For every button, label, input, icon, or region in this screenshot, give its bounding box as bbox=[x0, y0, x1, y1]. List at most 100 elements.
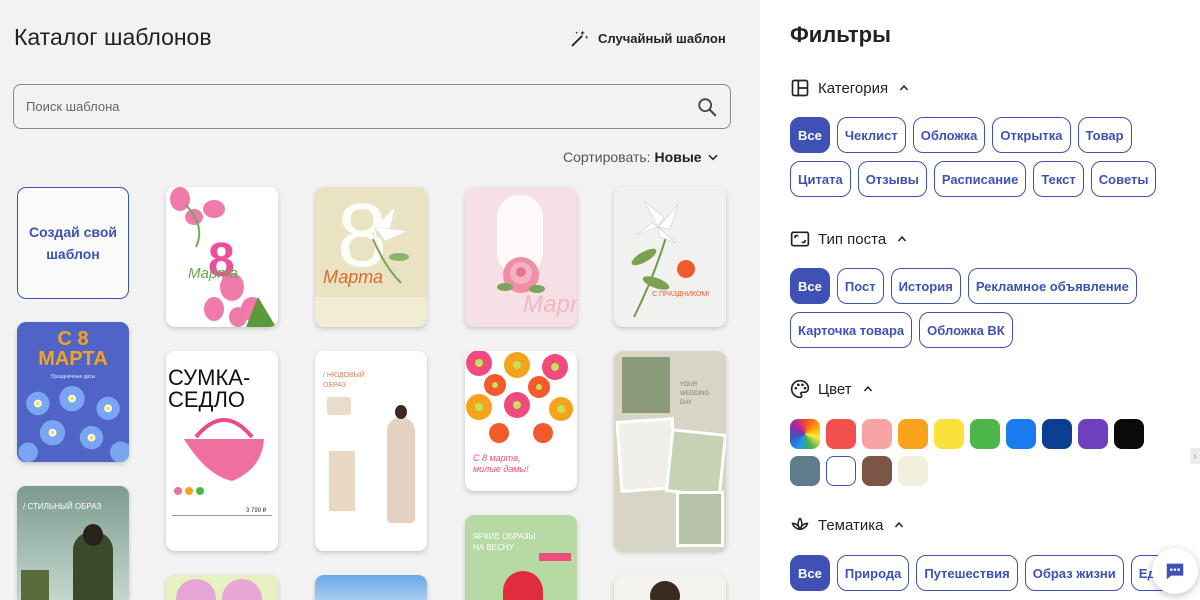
template-photo bbox=[664, 428, 726, 498]
color-dots bbox=[174, 487, 204, 495]
template-text: Праздничные даты bbox=[50, 374, 96, 380]
category-chip-quote[interactable]: Цитата bbox=[790, 161, 851, 197]
sort-control[interactable]: Сортировать: Новые bbox=[563, 149, 720, 165]
template-text: Марта bbox=[188, 265, 239, 282]
template-card[interactable]: / СТИЛЬНЫЙ ОБРАЗ bbox=[17, 486, 129, 600]
sort-label: Сортировать: bbox=[563, 149, 651, 165]
theme-chip-nature[interactable]: Природа bbox=[836, 555, 910, 591]
template-card[interactable]: СУМКА-СЕДЛО 3 799 ₽ bbox=[166, 351, 278, 551]
template-card[interactable]: ЯРКИЕ ОБРАЗЫ НА ВЕСНУ bbox=[465, 515, 577, 600]
category-chip-product[interactable]: Товар bbox=[1077, 117, 1132, 153]
catalog-panel: Каталог шаблонов Случайный шаблон Сортир… bbox=[0, 0, 760, 600]
color-swatch-beige[interactable] bbox=[898, 456, 928, 486]
template-text: 3 799 ₽ bbox=[246, 508, 267, 514]
post-type-chip-vk-cover[interactable]: Обложка ВК bbox=[919, 312, 1013, 348]
theme-label: Тематика bbox=[818, 516, 884, 534]
category-chip-reviews[interactable]: Отзывы bbox=[857, 161, 927, 197]
theme-chip-lifestyle[interactable]: Образ жизни bbox=[1024, 555, 1124, 591]
page-title: Каталог шаблонов bbox=[14, 24, 212, 50]
color-swatch-green[interactable] bbox=[970, 419, 1000, 449]
chevron-up-icon bbox=[898, 235, 907, 242]
color-dot bbox=[174, 487, 182, 495]
template-photo bbox=[503, 571, 543, 600]
color-swatch-pink[interactable] bbox=[862, 419, 892, 449]
color-swatch-gray[interactable] bbox=[790, 456, 820, 486]
search-icon[interactable] bbox=[696, 96, 718, 118]
post-type-chip-story[interactable]: История bbox=[890, 268, 961, 304]
bag-illustration bbox=[184, 418, 264, 481]
theme-chip-all[interactable]: Все bbox=[790, 555, 830, 591]
template-text: МАРТА bbox=[38, 348, 108, 370]
color-swatch-purple[interactable] bbox=[1078, 419, 1108, 449]
template-text: YOUR WEDDING DAY bbox=[680, 382, 709, 406]
template-card[interactable]: YOUR WEDDING DAY bbox=[614, 351, 726, 551]
search-input[interactable] bbox=[26, 99, 696, 114]
post-type-label: Тип поста bbox=[818, 230, 887, 248]
template-text: / СТИЛЬНЫЙ ОБРАЗ bbox=[23, 502, 102, 511]
post-type-chip-product-card[interactable]: Карточка товара bbox=[790, 312, 913, 348]
post-type-chip-all[interactable]: Все bbox=[790, 268, 830, 304]
template-card[interactable]: / НЮДОВЫЙ ОБРАЗ bbox=[315, 351, 427, 551]
template-card[interactable] bbox=[614, 575, 726, 600]
flowers-illustration bbox=[18, 384, 129, 462]
template-card[interactable]: 8 Марта bbox=[315, 187, 427, 327]
theme-section-toggle[interactable]: Тематика bbox=[790, 515, 905, 535]
color-swatch-navy[interactable] bbox=[1042, 419, 1072, 449]
template-photo bbox=[650, 581, 680, 600]
chat-icon bbox=[1166, 563, 1184, 580]
category-section-toggle[interactable]: Категория bbox=[790, 78, 910, 98]
template-card[interactable] bbox=[315, 575, 427, 600]
category-chip-cover[interactable]: Обложка bbox=[912, 117, 986, 153]
template-card[interactable]: Марта bbox=[465, 187, 577, 327]
color-swatch-brown[interactable] bbox=[862, 456, 892, 486]
color-section-toggle[interactable]: Цвет bbox=[790, 379, 874, 399]
chevron-right-icon[interactable]: › bbox=[1190, 448, 1200, 464]
random-template-button[interactable]: Случайный шаблон bbox=[570, 27, 726, 49]
color-swatch-blue[interactable] bbox=[1006, 419, 1036, 449]
category-chip-tips[interactable]: Советы bbox=[1090, 161, 1157, 197]
template-text: С 8 марта, милые дамы! bbox=[473, 453, 529, 474]
color-swatch-black[interactable] bbox=[1114, 419, 1144, 449]
filters-title: Фильтры bbox=[790, 22, 891, 47]
chat-button[interactable] bbox=[1152, 548, 1198, 594]
color-swatch-yellow[interactable] bbox=[934, 419, 964, 449]
color-swatch-red[interactable] bbox=[826, 419, 856, 449]
post-type-chip-post[interactable]: Пост bbox=[836, 268, 884, 304]
color-swatch-orange[interactable] bbox=[898, 419, 928, 449]
template-card[interactable]: 8 Марта bbox=[166, 187, 278, 327]
template-photo bbox=[83, 524, 103, 546]
template-card[interactable]: С 8 марта, милые дамы! bbox=[465, 351, 577, 491]
template-shape bbox=[176, 579, 216, 600]
chevron-up-icon bbox=[900, 84, 909, 91]
template-photo bbox=[676, 491, 724, 547]
post-type-section-toggle[interactable]: Тип поста bbox=[790, 229, 908, 249]
color-swatch-multicolor[interactable] bbox=[790, 419, 820, 449]
magic-wand-icon bbox=[571, 30, 589, 47]
theme-chip-travel[interactable]: Путешествия bbox=[916, 555, 1018, 591]
color-dot bbox=[185, 487, 193, 495]
color-swatch-white[interactable] bbox=[826, 456, 856, 486]
category-chip-postcard[interactable]: Открытка bbox=[992, 117, 1071, 153]
chevron-up-icon bbox=[863, 385, 872, 392]
category-chip-schedule[interactable]: Расписание bbox=[933, 161, 1027, 197]
filters-panel: Фильтры Категория Все Чеклист Обложка От… bbox=[760, 0, 1200, 600]
template-card[interactable] bbox=[166, 575, 278, 600]
template-photo bbox=[21, 570, 49, 600]
category-chip-checklist[interactable]: Чеклист bbox=[836, 117, 906, 153]
category-label: Категория bbox=[818, 79, 889, 97]
random-template-label: Случайный шаблон bbox=[598, 30, 726, 46]
chevron-up-icon bbox=[895, 521, 904, 528]
lotus-icon bbox=[791, 517, 809, 531]
divider bbox=[172, 515, 272, 516]
category-chip-all[interactable]: Все bbox=[790, 117, 830, 153]
image-frame-icon bbox=[790, 231, 810, 247]
template-card[interactable]: С ПРАЗДНИКОМ! bbox=[614, 187, 726, 327]
post-type-chip-ad[interactable]: Рекламное объявление bbox=[967, 268, 1137, 304]
category-chips: Все Чеклист Обложка Открытка Товар Цитат… bbox=[790, 117, 1170, 197]
template-card[interactable]: С 8 МАРТА Праздничные даты bbox=[17, 322, 129, 462]
color-label: Цвет bbox=[818, 380, 852, 398]
category-chip-text[interactable]: Текст bbox=[1033, 161, 1084, 197]
search-box bbox=[13, 84, 731, 129]
template-text: Марта bbox=[523, 291, 577, 318]
create-template-button[interactable]: Создай свой шаблон bbox=[17, 187, 129, 299]
